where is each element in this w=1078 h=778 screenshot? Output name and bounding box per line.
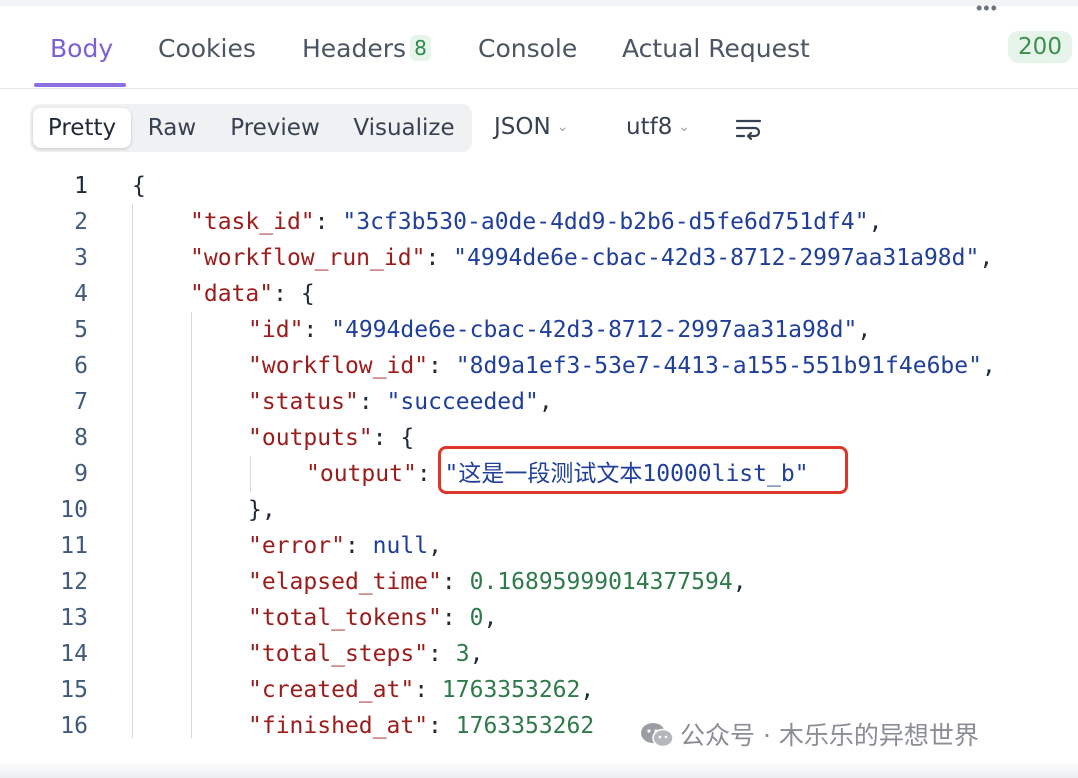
encoding-dropdown[interactable]: utf8 ⌄ [626, 114, 690, 140]
view-mode-pretty[interactable]: Pretty [33, 108, 131, 148]
chevron-down-icon: ⌄ [678, 119, 691, 135]
active-tab-indicator [34, 83, 126, 87]
code-line: 1{ [74, 173, 146, 199]
wechat-icon [641, 723, 674, 748]
output-highlight-box [438, 446, 848, 494]
format-dropdown[interactable]: JSON ⌄ [494, 114, 568, 140]
code-line: 4 "data": { [74, 281, 315, 307]
code-line: 6 "workflow_id": "8d9a1ef3-53e7-4413-a155… [74, 353, 996, 379]
tab-body[interactable]: Body [50, 34, 113, 63]
tab-cookies[interactable]: Cookies [158, 34, 256, 63]
chevron-down-icon: ⌄ [556, 119, 569, 135]
bottom-edge [0, 760, 1078, 778]
view-mode-raw[interactable]: Raw [137, 108, 207, 148]
code-line: 11 "error": null, [60, 533, 442, 559]
tab-headers[interactable]: Headers 8 [302, 34, 431, 63]
code-line: 10}, [60, 497, 276, 523]
code-line: 2 "task_id": "3cf3b530-a0de-4dd9-b2b6-d5f… [74, 209, 883, 235]
headers-count-badge: 8 [410, 35, 431, 61]
wrap-lines-icon[interactable] [736, 118, 762, 140]
view-mode-visualize[interactable]: Visualize [342, 108, 466, 148]
code-line: 15 "created_at": 1763353262, [60, 677, 595, 703]
code-line: 3 "workflow_run_id": "4994de6e-cbac-42d3-… [74, 245, 994, 271]
tab-console[interactable]: Console [478, 34, 577, 63]
view-mode-preview[interactable]: Preview [218, 108, 332, 148]
status-code-badge: 200 [1008, 31, 1072, 63]
code-line: 13 "total_tokens": 0, [60, 605, 498, 631]
code-line: 12 "elapsed_time": 0.16895999014377594, [60, 569, 747, 595]
code-line: 5 "id": "4994de6e-cbac-42d3-8712-2997aa31… [74, 317, 872, 343]
response-tabs: Body Cookies Headers 8 Console Actual Req… [0, 14, 1078, 88]
tabs-divider [0, 88, 1078, 89]
tab-actual-request[interactable]: Actual Request [622, 34, 810, 63]
view-mode-selector: Pretty Raw Preview Visualize [30, 104, 472, 152]
code-line: 7 "status": "succeeded", [74, 389, 553, 415]
watermark: 公众号 · 木乐乐的异想世界 [640, 716, 979, 752]
code-line: 14 "total_steps": 3, [60, 641, 484, 667]
top-strip [0, 0, 1078, 6]
